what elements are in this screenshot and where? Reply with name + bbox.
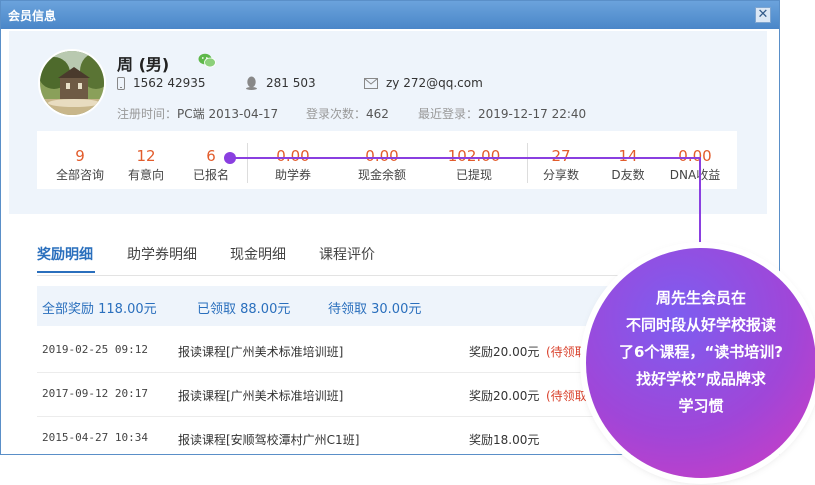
callout-text: 周先生会员在 不同时段从好学校报读 了6个课程，“读书培训? 找好学校”成品牌求… — [619, 289, 783, 415]
